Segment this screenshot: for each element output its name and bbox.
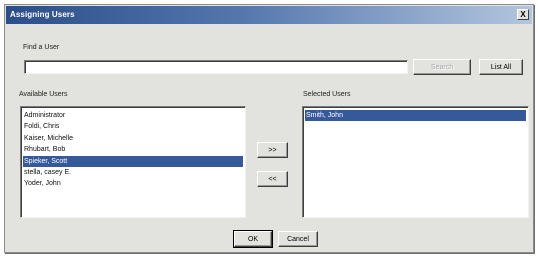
title-bar[interactable]: Assigning Users X <box>6 6 532 24</box>
remove-user-button[interactable]: << <box>257 171 288 187</box>
selected-users-list[interactable]: Smith, John <box>302 106 529 218</box>
list-item[interactable]: Kaiser, Michelle <box>23 133 243 144</box>
close-icon: X <box>520 10 526 19</box>
available-users-label: Available Users <box>19 91 68 98</box>
list-item[interactable]: Rhubart, Bob <box>23 144 243 155</box>
find-user-label: Find a User <box>23 44 60 51</box>
list-item[interactable]: Foldi, Chris <box>23 121 243 132</box>
search-button[interactable]: Search <box>413 59 471 75</box>
selected-users-label: Selected Users <box>303 91 351 98</box>
add-user-button[interactable]: >> <box>257 142 288 158</box>
assigning-users-dialog: Assigning Users X Find a User Search Lis… <box>4 4 534 253</box>
ok-button[interactable]: OK <box>233 230 273 248</box>
list-item[interactable]: stella, casey E. <box>23 167 243 178</box>
list-item[interactable]: Administrator <box>23 110 243 121</box>
dialog-title: Assigning Users <box>10 10 75 19</box>
list-item[interactable]: Spieker, Scott <box>23 155 243 167</box>
cancel-button[interactable]: Cancel <box>278 231 318 247</box>
list-all-button[interactable]: List All <box>479 59 523 75</box>
available-users-list[interactable]: Administrator Foldi, Chris Kaiser, Michell… <box>20 106 246 218</box>
list-item[interactable]: Yoder, John <box>23 178 243 189</box>
list-item[interactable]: Smith, John <box>305 110 526 122</box>
close-button[interactable]: X <box>517 9 529 20</box>
find-user-input[interactable] <box>24 60 408 74</box>
